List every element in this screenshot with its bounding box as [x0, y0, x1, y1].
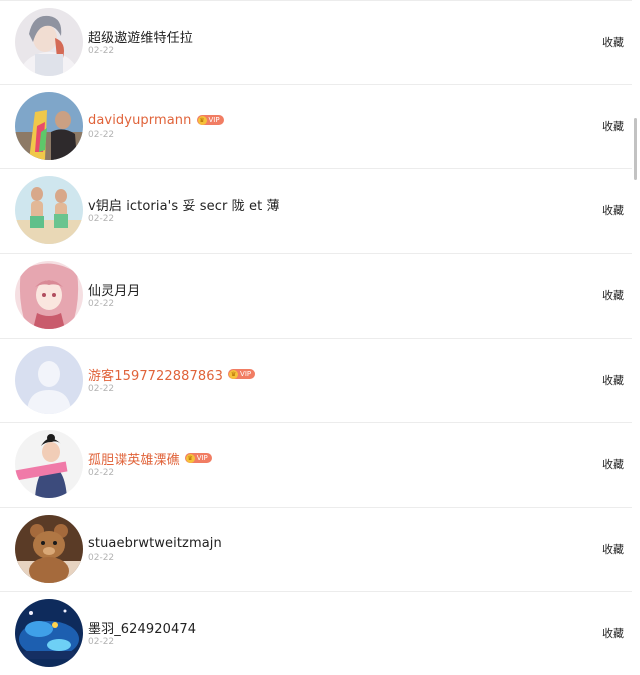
collect-button[interactable]: 收藏: [602, 456, 624, 472]
username: v钥启 ictoria's 妥 secr 陇 et 薄: [88, 198, 280, 214]
divider: [0, 422, 632, 423]
timestamp: 02-22: [88, 130, 115, 140]
list-item[interactable]: 超级遨遊维特任拉 02-22 收藏: [0, 0, 632, 84]
username: 孤胆谍英雄溧礁: [88, 452, 180, 468]
divider: [0, 168, 632, 169]
avatar[interactable]: [15, 346, 83, 414]
divider: [0, 253, 632, 254]
crown-icon: ♛: [229, 369, 239, 379]
username: davidyuprmann: [88, 112, 192, 128]
avatar[interactable]: [15, 261, 83, 329]
list-item[interactable]: v钥启 ictoria's 妥 secr 陇 et 薄 02-22 收藏: [0, 168, 632, 252]
collect-button[interactable]: 收藏: [602, 118, 624, 134]
vip-badge: ♛ VIP: [196, 115, 224, 125]
username: 仙灵月月: [88, 283, 141, 299]
avatar[interactable]: [15, 515, 83, 583]
list-item[interactable]: davidyuprmann ♛ VIP 02-22 收藏: [0, 84, 632, 168]
scrollbar[interactable]: [634, 118, 637, 180]
timestamp: 02-22: [88, 46, 115, 56]
vip-badge: ♛ VIP: [228, 369, 256, 379]
collect-button[interactable]: 收藏: [602, 34, 624, 50]
list-item[interactable]: 游客1597722887863 ♛ VIP 02-22 收藏: [0, 338, 632, 422]
avatar[interactable]: [15, 8, 83, 76]
username: stuaebrwtweitzmajn: [88, 535, 222, 551]
crown-icon: ♛: [197, 115, 207, 125]
collect-button[interactable]: 收藏: [602, 625, 624, 641]
username: 超级遨遊维特任拉: [88, 30, 193, 46]
timestamp: 02-22: [88, 553, 115, 563]
crown-icon: ♛: [185, 453, 195, 463]
timestamp: 02-22: [88, 384, 115, 394]
avatar[interactable]: [15, 176, 83, 244]
vip-badge: ♛ VIP: [184, 453, 212, 463]
timestamp: 02-22: [88, 468, 115, 478]
divider: [0, 507, 632, 508]
collect-button[interactable]: 收藏: [602, 202, 624, 218]
divider: [0, 84, 632, 85]
collect-button[interactable]: 收藏: [602, 541, 624, 557]
divider: [0, 338, 632, 339]
collect-button[interactable]: 收藏: [602, 287, 624, 303]
timestamp: 02-22: [88, 299, 115, 309]
avatar[interactable]: [15, 430, 83, 498]
timestamp: 02-22: [88, 214, 115, 224]
username: 游客1597722887863: [88, 368, 224, 384]
list-item[interactable]: stuaebrwtweitzmajn 02-22 收藏: [0, 507, 632, 591]
list-item[interactable]: 仙灵月月 02-22 收藏: [0, 253, 632, 337]
timestamp: 02-22: [88, 637, 115, 647]
collect-button[interactable]: 收藏: [602, 372, 624, 388]
username: 墨羽_624920474: [88, 621, 197, 637]
list-item[interactable]: 孤胆谍英雄溧礁 ♛ VIP 02-22 收藏: [0, 422, 632, 506]
avatar[interactable]: [15, 92, 83, 160]
list-item[interactable]: 墨羽_624920474 02-22 收藏: [0, 591, 632, 675]
divider: [0, 591, 632, 592]
avatar[interactable]: [15, 599, 83, 667]
divider: [0, 0, 632, 1]
